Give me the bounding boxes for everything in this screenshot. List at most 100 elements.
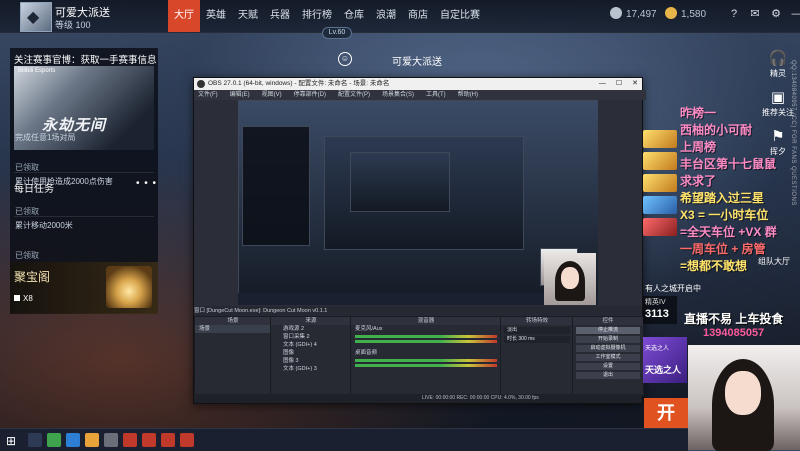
app-icon[interactable] — [66, 433, 80, 447]
mixer-channel-label: 桌面音频 — [355, 350, 378, 356]
minimize-icon[interactable]: — — [599, 78, 606, 90]
currency-silver: 17,497 — [610, 7, 657, 20]
taskbar-apps — [28, 433, 194, 447]
audio-meter — [355, 340, 497, 343]
chosen-label-small: 天选之人 — [645, 346, 670, 352]
treasure-count: X8 — [14, 294, 33, 303]
obs-title: OBS 27.0.1 (64-bit, windows) - 配置文件: 未命名… — [208, 80, 390, 87]
scenes-dock-title: 场景 — [195, 317, 271, 325]
task-3-text: 累计移动2000米 — [15, 221, 73, 230]
source-item[interactable]: 文本 (GDI+) 3 — [271, 365, 351, 373]
close-icon[interactable]: ✕ — [632, 78, 638, 90]
slogan-text: 直播不易 上车投食 — [684, 312, 784, 326]
windows-start-icon[interactable]: ⊞ — [6, 434, 16, 448]
obs-source-status: 窗口 [DungeCut Moon.exe]: Dungeon Cut Moon… — [194, 306, 642, 316]
task-2-text: 累计使用枪造成2000点伤害 — [15, 177, 113, 186]
app-icon[interactable] — [180, 433, 194, 447]
rank-tag: 精英IV — [645, 299, 666, 306]
obs-statusbar-text: LIVE: 00:00:00 REC: 00:00:00 CPU: 4.0%, … — [422, 395, 539, 401]
more-options-icon[interactable]: • • • — [136, 178, 157, 189]
emote-icon[interactable]: ☺ — [338, 52, 352, 66]
divider — [14, 172, 154, 173]
currency-gold: 1,580 — [665, 7, 706, 20]
danmaku-line: 丰台区第十七鼠鼠 — [680, 157, 777, 171]
gold-coin-icon — [665, 7, 677, 19]
search-icon[interactable] — [28, 433, 42, 447]
task-3-status: 已领取 — [15, 251, 39, 260]
top-bar: ◆ 可爱大派送 等级 100 大厅 英雄 天赋 兵器 排行榜 仓库 浪潮 商店 … — [0, 0, 800, 33]
app-icon[interactable] — [142, 433, 156, 447]
tab-tide[interactable]: 浪潮 — [370, 0, 402, 32]
rank-number: 3113 — [645, 308, 669, 320]
scene-item[interactable]: 场景 — [195, 325, 271, 333]
obs-logo-icon — [197, 80, 205, 88]
scenes-dock: 场景 场景 — [194, 316, 272, 396]
controls-dock-title: 控件 — [573, 317, 643, 325]
face-shape — [561, 267, 579, 289]
audio-meter — [355, 364, 497, 367]
app-icon[interactable] — [123, 433, 137, 447]
menu-docks[interactable]: 停靠部件(D) — [294, 90, 326, 100]
virtual-camera-button[interactable]: 启动虚拟摄像机 — [576, 345, 640, 352]
obs-menubar: 文件(F) 编辑(E) 视图(V) 停靠部件(D) 配置文件(P) 场景集合(S… — [194, 90, 646, 100]
chosen-one-card: 天选之人 天选之人 — [643, 337, 687, 383]
menu-scene-collection[interactable]: 场景集合(S) — [382, 90, 414, 100]
sources-dock-title: 来源 — [271, 317, 351, 325]
tab-heroes[interactable]: 英雄 — [200, 0, 232, 32]
danmaku-line: =全天车位 +VX 群 — [680, 225, 777, 239]
transition-select[interactable]: 淡出 — [504, 327, 570, 334]
settings-icon[interactable]: ⚙ — [770, 8, 782, 20]
maximize-icon[interactable]: ☐ — [616, 78, 622, 90]
tab-lobby[interactable]: 大厅 — [168, 0, 200, 32]
source-item[interactable]: 文本 (GDI+) 4 — [271, 341, 351, 349]
transitions-dock-title: 转场特效 — [501, 317, 573, 325]
divider — [14, 216, 154, 217]
menu-help[interactable]: 帮助(H) — [458, 90, 478, 100]
help-icon[interactable]: ? — [728, 8, 740, 20]
source-item[interactable]: 窗口采集 2 — [271, 333, 351, 341]
mail-icon[interactable]: ✉ — [749, 8, 761, 20]
controls-dock: 控件 停止推流 开始录制 启动虚拟摄像机 工作室模式 设置 退出 — [572, 316, 644, 396]
app-icon[interactable] — [47, 433, 61, 447]
player-level: 等级 100 — [55, 20, 91, 30]
obs-titlebar: OBS 27.0.1 (64-bit, windows) - 配置文件: 未命名… — [194, 78, 642, 90]
banner-brand: Bilibili Esports — [18, 68, 56, 74]
player-avatar[interactable]: ◆ — [20, 2, 52, 32]
treasure-pavilion[interactable]: 聚宝阁 X8 — [10, 262, 158, 314]
tab-weapons[interactable]: 兵器 — [264, 0, 296, 32]
start-match-button[interactable]: 开 — [644, 398, 688, 428]
level-chip: Lv.60 — [322, 27, 352, 39]
app-icon[interactable] — [85, 433, 99, 447]
minimize-icon[interactable]: — — [791, 8, 800, 20]
wolf-emblem-icon: ◆ — [27, 9, 40, 26]
source-item[interactable]: 图像 — [271, 349, 351, 357]
start-recording-button[interactable]: 开始录制 — [576, 336, 640, 343]
event-notice: 有人之城开启中 — [645, 284, 701, 293]
menu-edit[interactable]: 编辑(E) — [230, 90, 250, 100]
danmaku-line: X3 = 一小时车位 — [680, 208, 769, 222]
tab-custom-match[interactable]: 自定比赛 — [434, 0, 486, 32]
menu-view[interactable]: 视图(V) — [262, 90, 282, 100]
source-item[interactable]: 游戏源 2 — [271, 325, 351, 333]
tab-shop[interactable]: 商店 — [402, 0, 434, 32]
currency-gold-value: 1,580 — [681, 9, 707, 20]
menu-tools[interactable]: 工具(T) — [426, 90, 446, 100]
danmaku-line: 希望踏入过三星 — [680, 191, 765, 205]
menu-file[interactable]: 文件(F) — [198, 90, 218, 100]
stop-streaming-button[interactable]: 停止推流 — [576, 327, 640, 334]
transition-duration[interactable]: 时长 300 ms — [504, 336, 570, 343]
obs-window[interactable]: OBS 27.0.1 (64-bit, windows) - 配置文件: 未命名… — [193, 77, 646, 404]
obs-taskbar-icon[interactable] — [104, 433, 118, 447]
tab-talents[interactable]: 天赋 — [232, 0, 264, 32]
transitions-dock: 转场特效 淡出 时长 300 ms — [500, 316, 574, 396]
app-icon[interactable] — [161, 433, 175, 447]
menu-profile[interactable]: 配置文件(P) — [338, 90, 370, 100]
studio-mode-button[interactable]: 工作室模式 — [576, 354, 640, 361]
audio-meter — [355, 359, 497, 362]
follow-esports-title[interactable]: 关注赛事官博：获取一手赛事信息 — [14, 52, 157, 66]
exit-button[interactable]: 退出 — [576, 372, 640, 379]
source-item[interactable]: 图像 3 — [271, 357, 351, 365]
face-shape — [725, 371, 761, 415]
danmaku-line: 西柚的小可耐 — [680, 123, 753, 137]
settings-button[interactable]: 设置 — [576, 363, 640, 370]
